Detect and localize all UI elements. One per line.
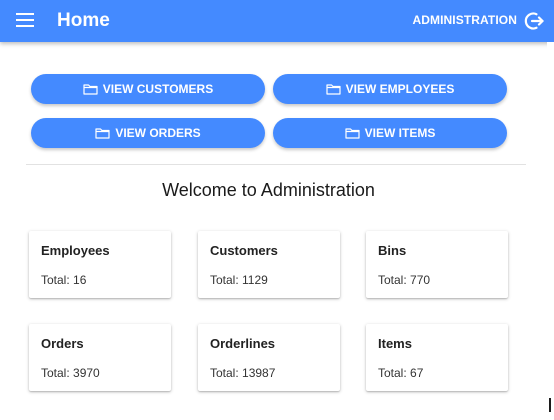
card-title: Bins bbox=[378, 243, 407, 258]
app-bar: Home ADMINISTRATION bbox=[0, 0, 554, 42]
card-title: Customers bbox=[210, 243, 278, 258]
main-content[interactable]: VIEW CUSTOMERS VIEW EMPLOYEES VIEW ORDER… bbox=[0, 42, 547, 420]
administration-link[interactable]: ADMINISTRATION bbox=[412, 13, 517, 27]
view-items-button[interactable]: VIEW ITEMS bbox=[273, 118, 507, 148]
scrollbar-thumb[interactable] bbox=[549, 398, 551, 412]
card-title: Employees bbox=[41, 243, 110, 258]
button-label: VIEW EMPLOYEES bbox=[345, 82, 455, 96]
stat-card-employees: Employees Total: 16 bbox=[29, 231, 171, 298]
button-label: VIEW ITEMS bbox=[364, 126, 436, 140]
button-label: VIEW ORDERS bbox=[115, 126, 201, 140]
card-total: Total: 1129 bbox=[210, 273, 268, 287]
page-title: Home bbox=[57, 10, 110, 31]
welcome-heading: Welcome to Administration bbox=[162, 180, 375, 200]
divider bbox=[26, 164, 526, 165]
folder-icon bbox=[95, 128, 110, 139]
button-label: VIEW CUSTOMERS bbox=[102, 82, 214, 96]
stat-card-bins: Bins Total: 770 bbox=[366, 231, 508, 298]
card-total: Total: 770 bbox=[378, 273, 431, 287]
stat-card-orders: Orders Total: 3970 bbox=[29, 324, 171, 391]
card-title: Orderlines bbox=[210, 336, 276, 351]
folder-icon bbox=[345, 128, 360, 139]
stat-card-items: Items Total: 67 bbox=[366, 324, 508, 391]
stat-card-orderlines: Orderlines Total: 13987 bbox=[198, 324, 340, 391]
scrollbar[interactable] bbox=[547, 42, 554, 420]
card-total: Total: 13987 bbox=[210, 366, 276, 380]
view-orders-button[interactable]: VIEW ORDERS bbox=[31, 118, 265, 148]
logout-icon[interactable] bbox=[524, 11, 544, 31]
folder-icon bbox=[326, 84, 341, 95]
view-customers-button[interactable]: VIEW CUSTOMERS bbox=[31, 74, 265, 104]
card-title: Items bbox=[378, 336, 412, 351]
menu-icon[interactable] bbox=[16, 13, 34, 27]
view-employees-button[interactable]: VIEW EMPLOYEES bbox=[273, 74, 507, 104]
folder-icon bbox=[83, 84, 98, 95]
card-total: Total: 3970 bbox=[41, 366, 100, 380]
stat-card-customers: Customers Total: 1129 bbox=[198, 231, 340, 298]
card-total: Total: 16 bbox=[41, 273, 87, 287]
card-total: Total: 67 bbox=[378, 366, 424, 380]
card-title: Orders bbox=[41, 336, 84, 351]
